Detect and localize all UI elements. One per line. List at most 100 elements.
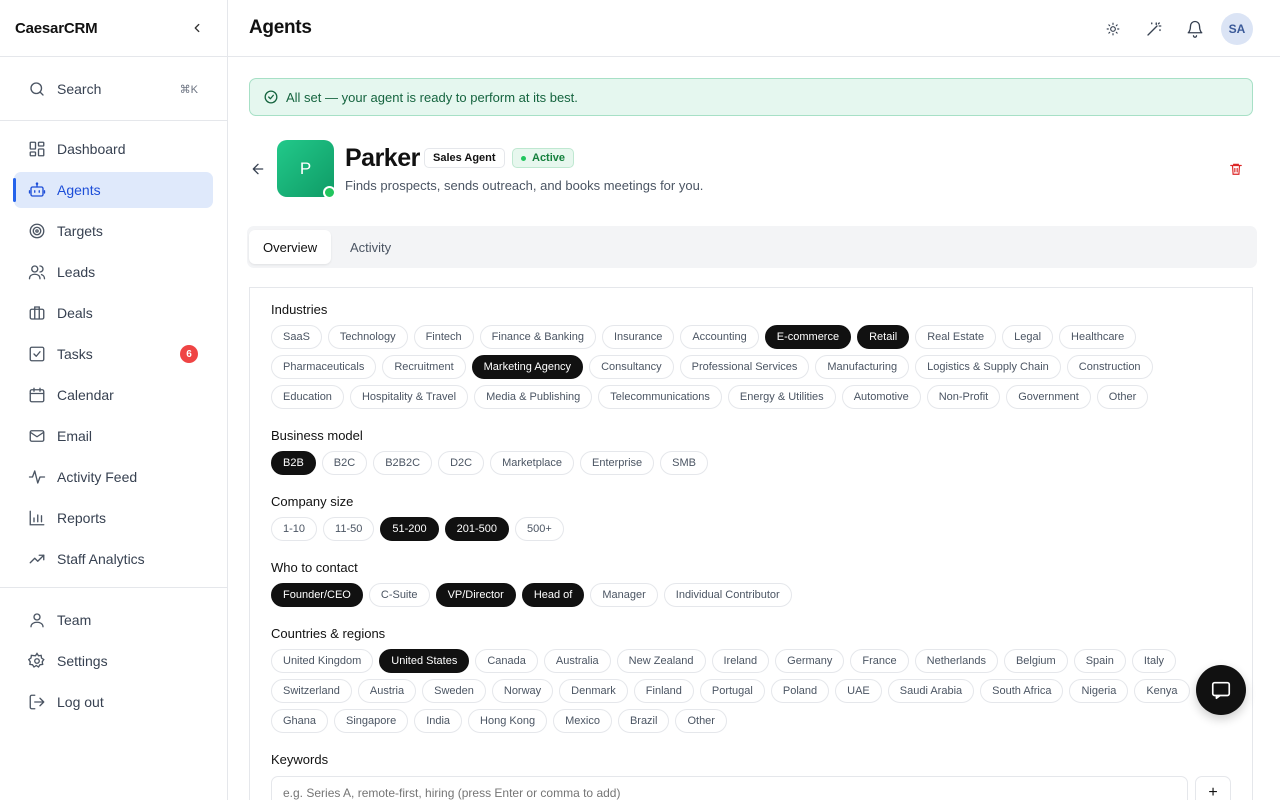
filter-chip[interactable]: Portugal	[699, 679, 765, 703]
sidebar-item-settings[interactable]: Settings	[14, 643, 213, 679]
filter-chip[interactable]: Manager	[590, 583, 658, 607]
filter-chip[interactable]: Denmark	[559, 679, 628, 703]
sidebar-item-agents[interactable]: Agents	[13, 172, 213, 208]
filter-chip[interactable]: Kenya	[1134, 679, 1190, 703]
sidebar-item-deals[interactable]: Deals	[14, 295, 213, 331]
filter-chip[interactable]: Accounting	[680, 325, 759, 349]
filter-chip[interactable]: South Africa	[980, 679, 1064, 703]
filter-chip[interactable]: Energy & Utilities	[727, 385, 836, 409]
add-keyword-button[interactable]: +	[1195, 776, 1231, 800]
filter-chip[interactable]: Mexico	[553, 709, 612, 733]
filter-chip[interactable]: SMB	[660, 451, 708, 475]
filter-chip[interactable]: Construction	[1066, 355, 1153, 379]
filter-chip[interactable]: Head of	[521, 583, 585, 607]
filter-chip[interactable]: Pharmaceuticals	[271, 355, 377, 379]
filter-chip[interactable]: United Kingdom	[271, 649, 374, 673]
filter-chip[interactable]: VP/Director	[435, 583, 516, 607]
filter-chip[interactable]: Hong Kong	[468, 709, 548, 733]
sidebar-item-logout[interactable]: Log out	[14, 684, 213, 720]
sidebar-item-team[interactable]: Team	[14, 602, 213, 638]
filter-chip[interactable]: Healthcare	[1059, 325, 1137, 349]
filter-chip[interactable]: New Zealand	[616, 649, 706, 673]
filter-chip[interactable]: United States	[379, 649, 470, 673]
filter-chip[interactable]: Belgium	[1003, 649, 1068, 673]
filter-chip[interactable]: 201-500	[444, 517, 509, 541]
filter-chip[interactable]: Retail	[857, 325, 910, 349]
magic-wand-icon[interactable]	[1133, 13, 1174, 45]
filter-chip[interactable]: Other	[675, 709, 727, 733]
filter-chip[interactable]: Government	[1006, 385, 1091, 409]
filter-chip[interactable]: France	[850, 649, 909, 673]
filter-chip[interactable]: 11-50	[323, 517, 375, 541]
sidebar-item-tasks[interactable]: Tasks 6	[14, 336, 213, 372]
filter-chip[interactable]: 1-10	[271, 517, 318, 541]
filter-chip[interactable]: Manufacturing	[815, 355, 910, 379]
filter-chip[interactable]: Automotive	[841, 385, 921, 409]
filter-chip[interactable]: Spain	[1073, 649, 1126, 673]
filter-chip[interactable]: Real Estate	[915, 325, 997, 349]
sidebar-search[interactable]: Search ⌘K	[14, 71, 213, 107]
filter-chip[interactable]: D2C	[438, 451, 485, 475]
filter-chip[interactable]: Individual Contributor	[663, 583, 792, 607]
filter-chip[interactable]: Fintech	[413, 325, 474, 349]
filter-chip[interactable]: Non-Profit	[926, 385, 1001, 409]
filter-chip[interactable]: Finance & Banking	[479, 325, 596, 349]
filter-chip[interactable]: Germany	[775, 649, 845, 673]
filter-chip[interactable]: Technology	[327, 325, 408, 349]
arrow-left-icon[interactable]	[249, 160, 267, 178]
filter-chip[interactable]: Hospitality & Travel	[349, 385, 469, 409]
filter-chip[interactable]: Legal	[1002, 325, 1054, 349]
filter-chip[interactable]: Consultancy	[589, 355, 674, 379]
filter-chip[interactable]: Italy	[1131, 649, 1177, 673]
filter-chip[interactable]: Insurance	[602, 325, 675, 349]
filter-chip[interactable]: Canada	[475, 649, 538, 673]
chat-button[interactable]	[1196, 665, 1246, 715]
filter-chip[interactable]: Marketplace	[490, 451, 574, 475]
sidebar-item-email[interactable]: Email	[14, 418, 213, 454]
sidebar-item-staff-analytics[interactable]: Staff Analytics	[14, 541, 213, 577]
sun-icon[interactable]	[1092, 13, 1133, 45]
filter-chip[interactable]: Sweden	[422, 679, 486, 703]
filter-chip[interactable]: Brazil	[617, 709, 670, 733]
sidebar-item-dashboard[interactable]: Dashboard	[14, 131, 213, 167]
keywords-input[interactable]	[271, 776, 1188, 800]
filter-chip[interactable]: Ghana	[271, 709, 329, 733]
filter-chip[interactable]: Telecommunications	[598, 385, 722, 409]
filter-chip[interactable]: Netherlands	[914, 649, 998, 673]
filter-chip[interactable]: Professional Services	[679, 355, 810, 379]
filter-chip[interactable]: Recruitment	[382, 355, 466, 379]
bell-icon[interactable]	[1174, 13, 1215, 45]
filter-chip[interactable]: Saudi Arabia	[887, 679, 975, 703]
filter-chip[interactable]: India	[414, 709, 463, 733]
trash-icon[interactable]	[1227, 160, 1245, 178]
filter-chip[interactable]: Education	[271, 385, 344, 409]
filter-chip[interactable]: Founder/CEO	[271, 583, 363, 607]
sidebar-item-activity-feed[interactable]: Activity Feed	[14, 459, 213, 495]
filter-chip[interactable]: Norway	[491, 679, 554, 703]
chevron-left-icon[interactable]	[187, 18, 207, 38]
sidebar-item-targets[interactable]: Targets	[14, 213, 213, 249]
filter-chip[interactable]: Ireland	[711, 649, 770, 673]
filter-chip[interactable]: C-Suite	[368, 583, 430, 607]
sidebar-item-calendar[interactable]: Calendar	[14, 377, 213, 413]
filter-chip[interactable]: Enterprise	[580, 451, 655, 475]
filter-chip[interactable]: B2B2C	[373, 451, 433, 475]
filter-chip[interactable]: Media & Publishing	[474, 385, 593, 409]
filter-chip[interactable]: Switzerland	[271, 679, 352, 703]
filter-chip[interactable]: Poland	[770, 679, 830, 703]
tab-activity[interactable]: Activity	[336, 230, 405, 264]
user-avatar[interactable]: SA	[1221, 13, 1253, 45]
filter-chip[interactable]: Other	[1096, 385, 1149, 409]
filter-chip[interactable]: Singapore	[334, 709, 409, 733]
filter-chip[interactable]: 51-200	[380, 517, 439, 541]
filter-chip[interactable]: B2C	[321, 451, 368, 475]
filter-chip[interactable]: Marketing Agency	[471, 355, 584, 379]
tab-overview[interactable]: Overview	[249, 230, 332, 264]
filter-chip[interactable]: SaaS	[271, 325, 322, 349]
sidebar-item-reports[interactable]: Reports	[14, 500, 213, 536]
filter-chip[interactable]: Nigeria	[1069, 679, 1129, 703]
filter-chip[interactable]: Austria	[357, 679, 417, 703]
filter-chip[interactable]: Logistics & Supply Chain	[915, 355, 1061, 379]
sidebar-item-leads[interactable]: Leads	[14, 254, 213, 290]
filter-chip[interactable]: E-commerce	[764, 325, 852, 349]
